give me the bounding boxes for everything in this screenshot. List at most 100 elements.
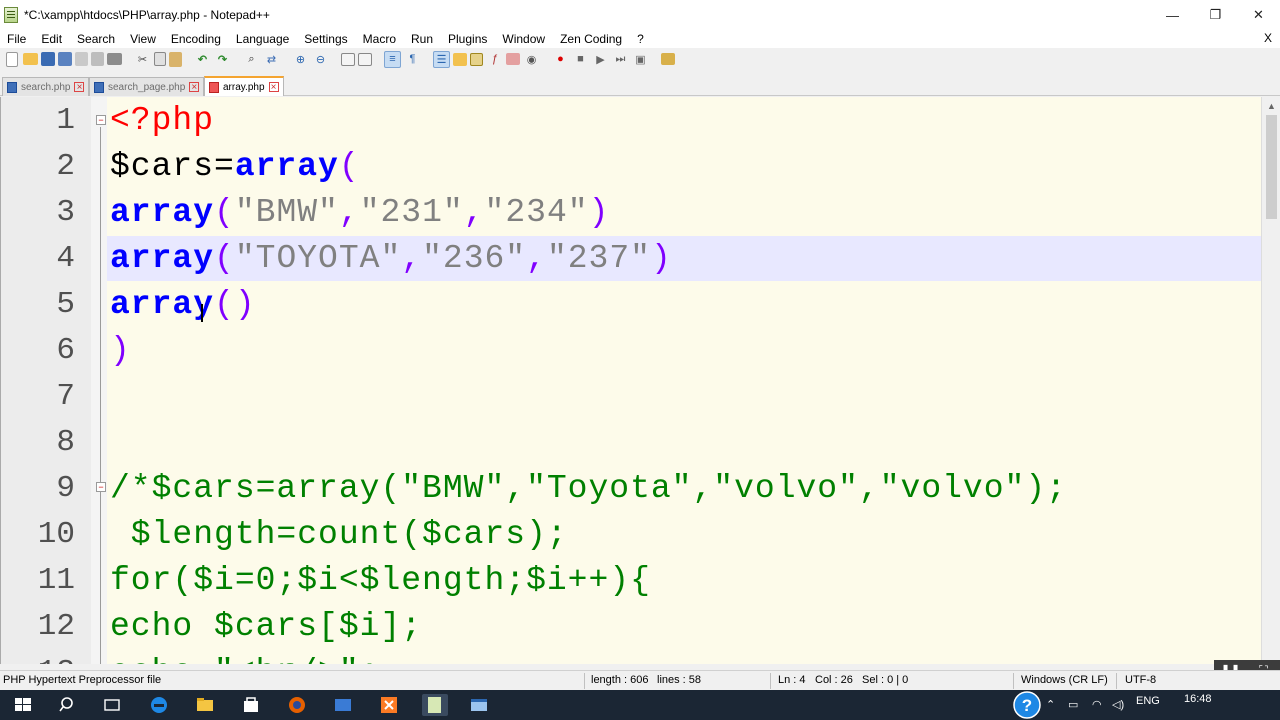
play-macro-icon[interactable]: ▶ [592, 51, 609, 68]
tray-battery-icon[interactable]: ▭ [1068, 698, 1078, 711]
stop-macro-icon[interactable]: ■ [572, 51, 589, 68]
doc-map-icon[interactable] [470, 52, 483, 66]
run-icon[interactable] [661, 53, 675, 65]
minimize-button[interactable]: — [1151, 0, 1194, 30]
menu-view[interactable]: View [123, 32, 164, 46]
tab-close-icon[interactable]: × [74, 82, 85, 93]
monitor-icon[interactable]: ◉ [523, 51, 540, 68]
indent-guide-icon[interactable]: ☰ [433, 50, 450, 68]
folder-workspace-icon[interactable] [506, 53, 520, 65]
cut-icon[interactable]: ✂ [134, 51, 151, 68]
tab-close-icon[interactable]: × [189, 82, 200, 93]
line-number: 7 [56, 379, 75, 414]
tray-volume-icon[interactable]: ◁) [1112, 698, 1124, 711]
paste-icon[interactable] [169, 51, 182, 67]
status-sel: Sel : 0 | 0 [862, 674, 909, 686]
zoom-in-icon[interactable]: ⊕ [292, 51, 309, 68]
restore-button[interactable]: ❐ [1194, 0, 1237, 30]
save-all-icon[interactable] [58, 52, 72, 66]
edge-icon[interactable] [148, 694, 170, 716]
scroll-thumb[interactable] [1266, 115, 1277, 219]
menu-run[interactable]: Run [404, 32, 441, 46]
tab-search-php[interactable]: search.php × [2, 77, 90, 96]
code-line[interactable]: 10 $length=count($cars); [1, 512, 1261, 558]
start-icon[interactable] [12, 694, 34, 716]
undo-icon[interactable]: ↶ [194, 51, 211, 68]
code-line[interactable]: 8 [1, 420, 1261, 466]
menu-search[interactable]: Search [70, 32, 123, 46]
tray-language[interactable]: ENG [1136, 695, 1160, 707]
search-icon[interactable] [57, 694, 79, 716]
replace-icon[interactable]: ⇄ [263, 51, 280, 68]
tab-array-php[interactable]: array.php × [204, 76, 284, 96]
menu-window[interactable]: Window [495, 32, 553, 46]
save-macro-icon[interactable]: ▣ [632, 51, 649, 68]
sync-h-icon[interactable] [358, 52, 372, 66]
sync-v-icon[interactable] [341, 52, 355, 66]
record-macro-icon[interactable]: ● [552, 51, 569, 68]
copy-icon[interactable] [154, 52, 166, 66]
tray-network-icon[interactable]: ◠ [1092, 698, 1102, 711]
firefox-icon[interactable] [286, 694, 308, 716]
play-multi-icon[interactable]: ⏭ [612, 51, 629, 68]
code-line[interactable]: 6) [1, 328, 1261, 374]
menu-language[interactable]: Language [229, 32, 297, 46]
code-editor[interactable]: − − 1 <?php 2 $cars=array(3 array("BMW","231… [0, 97, 1261, 664]
close-document-button[interactable]: X [1264, 31, 1272, 45]
tab-search-page-php[interactable]: search_page.php × [89, 77, 205, 96]
menu-plugins[interactable]: Plugins [441, 32, 495, 46]
udl-icon[interactable] [453, 52, 467, 66]
file-explorer-icon[interactable] [194, 694, 216, 716]
close-all-icon[interactable] [91, 52, 104, 66]
notepadpp-taskbar-icon[interactable] [422, 694, 448, 716]
scroll-up-icon[interactable]: ▲ [1267, 101, 1276, 111]
code-line[interactable]: 1 <?php [1, 98, 1261, 144]
code-line[interactable]: 11 for($i=0;$i<$length;$i++){ [1, 558, 1261, 604]
menu-encoding[interactable]: Encoding [164, 32, 229, 46]
app-window-icon[interactable] [468, 694, 490, 716]
code-line[interactable]: 4 array("TOYOTA","236","237") [1, 236, 1261, 282]
tab-close-icon[interactable]: × [268, 82, 279, 93]
toolbar-separator [332, 51, 338, 68]
code-line[interactable]: 9 /*$cars=array("BMW","Toyota","volvo","v… [1, 466, 1261, 512]
menu-zen-coding[interactable]: Zen Coding [553, 32, 630, 46]
status-length: length : 606 [591, 674, 649, 686]
app-blue-icon[interactable] [332, 694, 354, 716]
code-line[interactable]: 12 echo $cars[$i]; [1, 604, 1261, 650]
store-icon[interactable] [240, 694, 262, 716]
code-token: ) [110, 332, 131, 369]
code-line[interactable]: 7 [1, 374, 1261, 420]
open-icon[interactable] [23, 53, 38, 65]
menu-help[interactable]: ? [630, 32, 652, 46]
status-divider [770, 673, 771, 689]
help-circle-icon[interactable]: ? [1013, 691, 1041, 719]
close-window-button[interactable]: ✕ [1237, 0, 1280, 30]
print-icon[interactable] [107, 53, 122, 65]
save-icon[interactable] [41, 52, 55, 66]
close-icon[interactable] [75, 52, 88, 66]
menu-edit[interactable]: Edit [34, 32, 70, 46]
code-line[interactable]: 5 array() [1, 282, 1261, 328]
word-wrap-icon[interactable]: ≡ [384, 50, 401, 68]
code-line[interactable]: 2 $cars=array( [1, 144, 1261, 190]
redo-icon[interactable]: ↷ [214, 51, 231, 68]
code-line[interactable]: 3 array("BMW","231","234") [1, 190, 1261, 236]
find-icon[interactable]: ⌕ [243, 51, 260, 68]
tray-clock[interactable]: 16:48 [1184, 693, 1212, 705]
function-list-icon[interactable]: ƒ [486, 51, 503, 68]
line-number: 6 [56, 333, 75, 368]
task-view-icon[interactable] [101, 694, 123, 716]
line-number: 10 [37, 517, 75, 552]
zoom-out-icon[interactable]: ⊖ [312, 51, 329, 68]
show-all-chars-icon[interactable]: ¶ [404, 51, 421, 68]
menu-settings[interactable]: Settings [297, 32, 355, 46]
menu-macro[interactable]: Macro [356, 32, 404, 46]
code-line[interactable]: 13 echo "<br/>"; [1, 650, 1261, 664]
toolbar: ✂ ↶ ↷ ⌕ ⇄ ⊕ ⊖ ≡ ¶ ☰ ƒ ◉ ● ■ ▶ ⏭ ▣ [0, 48, 1280, 70]
menu-file[interactable]: File [0, 32, 34, 46]
tray-chevron-icon[interactable]: ⌃ [1046, 698, 1055, 711]
new-file-icon[interactable] [6, 51, 18, 67]
code-token: ) [588, 194, 610, 231]
xampp-icon[interactable] [378, 694, 400, 716]
vertical-scrollbar[interactable]: ▲ [1261, 97, 1280, 664]
